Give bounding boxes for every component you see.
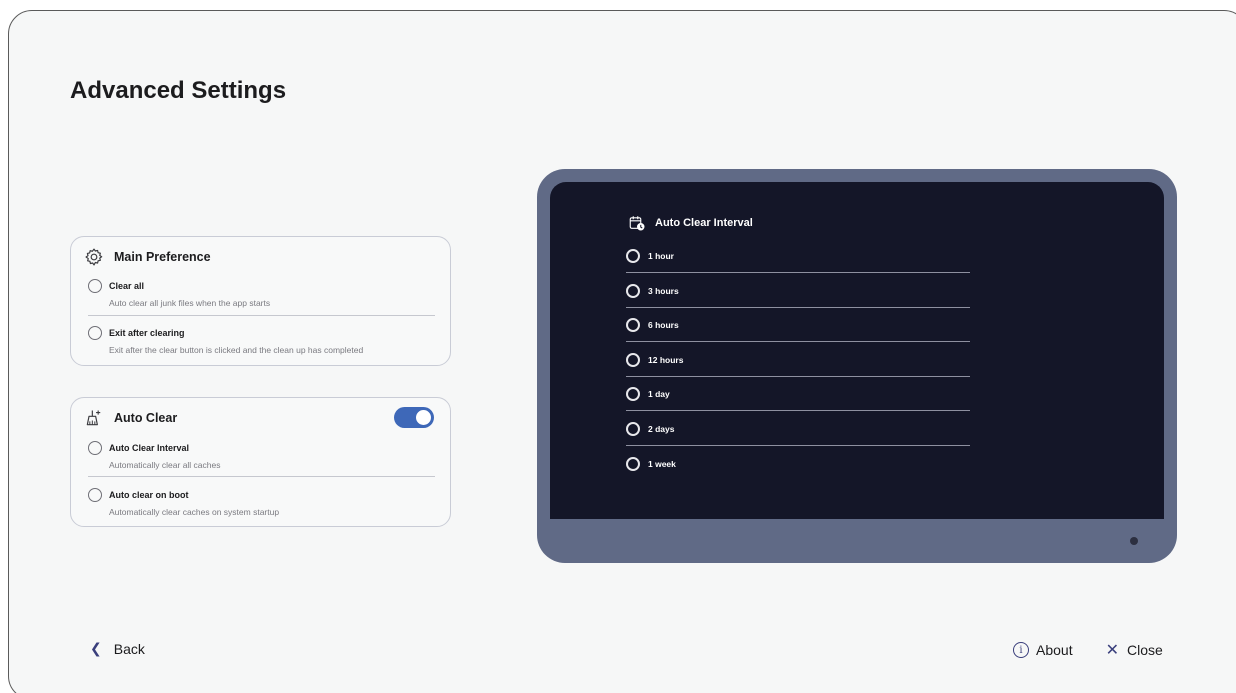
exit-after-clearing-label: Exit after clearing [109,328,185,338]
interval-label: 1 hour [648,251,674,261]
interval-label: 1 day [648,389,670,399]
divider [626,376,970,377]
page-title: Advanced Settings [70,77,287,104]
option-auto-clear-on-boot[interactable]: Auto clear on boot Automatically clear c… [88,488,435,517]
close-icon[interactable]: ✕ [1106,640,1119,660]
interval-label: 3 hours [648,286,679,296]
auto-clear-on-boot-label: Auto clear on boot [109,490,189,500]
auto-clear-title: Auto Clear [114,411,178,425]
interval-radio[interactable] [626,387,640,401]
camera-dot [1130,537,1138,545]
interval-radio[interactable] [626,249,640,263]
auto-clear-header: Auto Clear [84,408,177,428]
interval-radio[interactable] [626,457,640,471]
preview-title: Auto Clear Interval [655,217,753,229]
clear-all-radio[interactable] [88,279,102,293]
interval-option[interactable]: 2 days [626,419,970,453]
about-button[interactable]: About [1036,642,1073,658]
divider [626,307,970,308]
clear-all-description: Auto clear all junk files when the app s… [109,298,271,308]
auto-clear-toggle[interactable] [394,407,434,428]
broom-icon [86,410,101,426]
interval-option[interactable]: 12 hours [626,350,970,384]
interval-radio[interactable] [626,422,640,436]
interval-radio[interactable] [626,284,640,298]
preview-header: Auto Clear Interval [628,214,753,232]
calendar-clock-icon [629,216,645,231]
interval-label: 1 week [648,459,676,469]
interval-option[interactable]: 6 hours [626,315,970,349]
interval-option[interactable]: 1 week [626,454,970,488]
divider [626,410,970,411]
interval-option[interactable]: 1 day [626,384,970,418]
clear-all-label: Clear all [109,281,145,291]
auto-clear-on-boot-radio[interactable] [88,488,102,502]
interval-option[interactable]: 3 hours [626,281,970,315]
divider [88,315,435,316]
divider [626,272,970,273]
auto-clear-on-boot-description: Automatically clear caches on system sta… [109,507,280,517]
main-preference-title: Main Preference [114,250,211,264]
main-preference-header: Main Preference [84,247,211,267]
auto-clear-interval-radio[interactable] [88,441,102,455]
footer-actions: i About ✕ Close [1013,640,1163,660]
close-button[interactable]: Close [1127,642,1163,658]
interval-option[interactable]: 1 hour [626,246,970,280]
auto-clear-card: Auto Clear Auto Clear Interval Automatic… [70,397,451,527]
exit-after-clearing-radio[interactable] [88,326,102,340]
divider [626,445,970,446]
option-auto-clear-interval[interactable]: Auto Clear Interval Automatically clear … [88,441,435,470]
exit-after-clearing-description: Exit after the clear button is clicked a… [109,345,364,355]
back-button[interactable]: ❮ Back [90,640,145,657]
back-label: Back [113,640,145,657]
divider [88,476,435,477]
display-preview: Auto Clear Interval 1 hour 3 hours 6 hou… [537,169,1177,563]
chevron-left-icon: ❮ [90,640,102,656]
info-icon[interactable]: i [1013,642,1029,658]
interval-label: 6 hours [648,320,679,330]
divider [626,341,970,342]
interval-label: 12 hours [648,355,684,365]
option-exit-after-clearing[interactable]: Exit after clearing Exit after the clear… [88,326,435,355]
toggle-knob [416,410,431,425]
interval-radio[interactable] [626,318,640,332]
main-preference-card: Main Preference Clear all Auto clear all… [70,236,451,366]
auto-clear-interval-label: Auto Clear Interval [109,443,190,453]
preview-screen: Auto Clear Interval 1 hour 3 hours 6 hou… [550,182,1164,519]
auto-clear-interval-description: Automatically clear all caches [109,460,221,470]
option-clear-all[interactable]: Clear all Auto clear all junk files when… [88,279,435,308]
interval-label: 2 days [648,424,675,434]
interval-radio[interactable] [626,353,640,367]
gear-icon [85,248,103,266]
